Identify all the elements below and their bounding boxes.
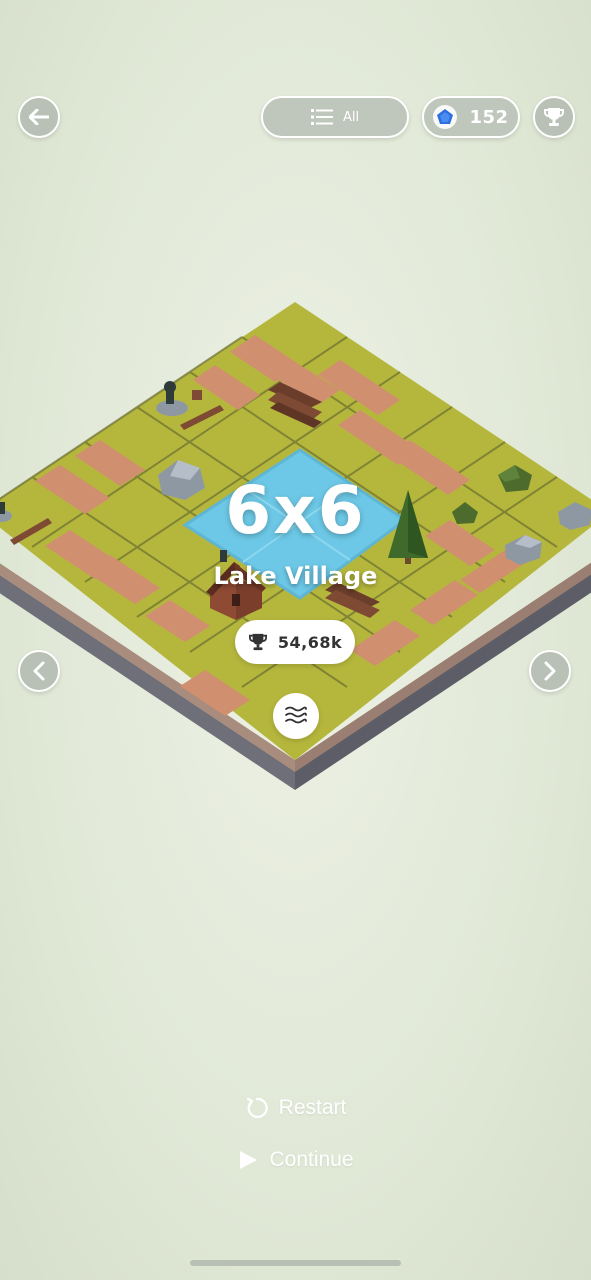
best-score-badge: 54,68k: [235, 620, 355, 664]
chevron-left-icon: [33, 661, 45, 681]
level-filter-button[interactable]: All: [261, 96, 409, 138]
restart-icon: [246, 1097, 268, 1119]
pentagon-gem-icon: [433, 105, 458, 129]
arrow-left-icon: [29, 109, 49, 125]
trophy-button[interactable]: [533, 96, 575, 138]
back-button[interactable]: [18, 96, 60, 138]
best-score: 54,68k: [277, 632, 343, 652]
continue-button[interactable]: Continue: [0, 1144, 591, 1176]
play-icon: [240, 1151, 258, 1169]
restart-label: Restart: [278, 1096, 347, 1119]
chevron-right-icon: [544, 661, 556, 681]
previous-level-button[interactable]: [18, 650, 60, 692]
trophy-icon: [248, 633, 267, 651]
home-indicator[interactable]: [190, 1260, 401, 1266]
next-level-button[interactable]: [529, 650, 571, 692]
filter-label: All: [342, 109, 360, 125]
gem-count: 152: [469, 106, 509, 128]
waves-icon: [285, 706, 307, 724]
level-name: Lake Village: [213, 562, 378, 590]
restart-button[interactable]: Restart: [0, 1092, 591, 1124]
level-size: 6x6: [225, 472, 366, 549]
list-icon: [310, 109, 333, 125]
continue-label: Continue: [269, 1148, 354, 1171]
gem-counter[interactable]: 152: [422, 96, 520, 138]
biome-badge: [273, 693, 319, 739]
trophy-icon: [544, 108, 564, 126]
